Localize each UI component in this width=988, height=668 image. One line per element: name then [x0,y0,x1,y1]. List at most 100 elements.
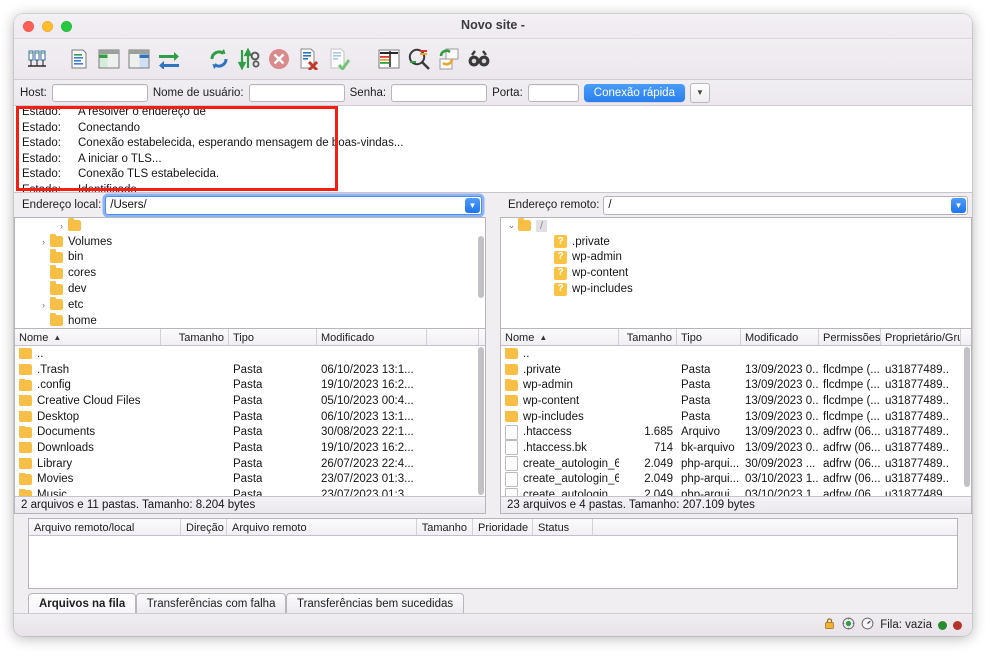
local-directory-tree[interactable]: ››Volumesbincoresdev›etchome [14,217,486,328]
table-row[interactable]: LibraryPasta26/07/2023 22:4... [15,456,485,472]
column-header-type[interactable]: Tipo [229,329,317,345]
tree-item[interactable]: ›Volumes [15,234,485,250]
column-header-owner[interactable]: Proprietário/Gru [881,329,961,345]
table-row[interactable]: MusicPasta23/07/2023 01:3... [15,487,485,496]
tree-item[interactable]: ?wp-includes [501,281,971,297]
column-header-size[interactable]: Tamanho [619,329,677,345]
table-row[interactable]: .configPasta19/10/2023 16:2... [15,377,485,393]
speedometer-icon[interactable] [861,617,874,633]
tab-2[interactable]: Transferências bem sucedidas [286,593,464,613]
port-input[interactable] [528,84,579,102]
table-row[interactable]: wp-contentPasta13/09/2023 0...flcdmpe (.… [501,393,971,409]
column-header-perms[interactable]: Permissões [819,329,881,345]
tree-item-label: wp-includes [572,283,633,295]
tab-1[interactable]: Transferências com falha [136,593,287,613]
table-row[interactable]: .htaccess.bk714bk-arquivo13/09/2023 0...… [501,440,971,456]
tree-item[interactable]: ?.private [501,234,971,250]
cancel-icon[interactable] [264,44,294,74]
chevron-down-icon[interactable]: ▼ [951,198,966,213]
refresh-icon[interactable] [204,44,234,74]
queue-column-header-direction[interactable]: Direção [181,519,227,535]
remote-file-rows[interactable]: ...privatePasta13/09/2023 0...flcdmpe (.… [501,346,971,496]
table-row[interactable]: MoviesPasta23/07/2023 01:3... [15,472,485,488]
host-input[interactable] [52,84,148,102]
remote-directory-tree[interactable]: ⌄/?.private?wp-admin?wp-content?wp-inclu… [500,217,972,328]
tree-item[interactable]: ⌄/ [501,218,971,234]
directory-comparison-icon[interactable] [404,44,434,74]
column-header-size[interactable]: Tamanho [161,329,229,345]
local-path-combo[interactable]: /Users/ ▼ [105,196,482,215]
local-tree-scrollbar[interactable] [478,236,484,298]
tree-item[interactable]: ?wp-content [501,265,971,281]
column-header-name[interactable]: Nome▲ [15,329,161,345]
remote-file-list-header[interactable]: Nome▲TamanhoTipoModificadoPermissõesProp… [501,329,971,346]
table-row[interactable]: create_autologin_...2.049php-arqui...03/… [501,487,971,496]
process-queue-icon[interactable] [234,44,264,74]
toggle-transfer-queue-icon[interactable] [154,44,184,74]
toggle-remote-tree-icon[interactable] [124,44,154,74]
queue-header[interactable]: Arquivo remoto/localDireçãoArquivo remot… [29,519,957,536]
queue-column-header-localfile[interactable]: Arquivo remoto/local [29,519,181,535]
table-row[interactable]: wp-adminPasta13/09/2023 0...flcdmpe (...… [501,377,971,393]
chevron-down-icon[interactable]: ▼ [465,198,480,213]
tab-0[interactable]: Arquivos na fila [28,593,136,613]
tree-item[interactable]: dev [15,281,485,297]
table-row[interactable]: wp-includesPasta13/09/2023 0...flcdmpe (… [501,409,971,425]
tree-item[interactable]: bin [15,250,485,266]
synchronized-browsing-icon[interactable] [434,44,464,74]
tree-item[interactable]: cores [15,265,485,281]
column-header-type[interactable]: Tipo [677,329,741,345]
table-row[interactable]: .privatePasta13/09/2023 0...flcdmpe (...… [501,362,971,378]
table-row[interactable]: .htaccess1.685Arquivo13/09/2023 0...adfr… [501,424,971,440]
table-row[interactable]: .. [15,346,485,362]
toggle-message-log-icon[interactable] [64,44,94,74]
quickconnect-button[interactable]: Conexão rápida [584,84,685,102]
column-header-extra[interactable] [427,329,479,345]
username-input[interactable] [249,84,345,102]
transfer-queue[interactable]: Arquivo remoto/localDireçãoArquivo remot… [28,518,958,589]
remote-path-combo[interactable]: / ▼ [603,196,968,215]
reconnect-icon[interactable] [324,44,354,74]
table-row[interactable]: create_autologin_6.2.049php-arqui...30/0… [501,456,971,472]
gear-icon[interactable] [842,617,855,633]
queue-column-header-status[interactable]: Status [533,519,593,535]
queue-body[interactable] [29,536,957,588]
table-row[interactable]: DownloadsPasta19/10/2023 16:2... [15,440,485,456]
site-manager-icon[interactable] [22,44,52,74]
local-file-list[interactable]: Nome▲Tamanho Tipo Modificado ...TrashPasta… [14,328,486,514]
message-log-panel[interactable]: Estado:A resolver o endereço deEstado:Co… [14,106,972,193]
tree-item[interactable]: home [15,313,485,328]
table-row[interactable]: DocumentsPasta30/08/2023 22:1... [15,424,485,440]
column-header-modified[interactable]: Modificado [317,329,427,345]
filter-icon[interactable] [374,44,404,74]
table-row[interactable]: .. [501,346,971,362]
local-file-rows[interactable]: ...TrashPasta06/10/2023 13:1....configPa… [15,346,485,496]
table-row[interactable]: DesktopPasta06/10/2023 13:1... [15,409,485,425]
toggle-local-tree-icon[interactable] [94,44,124,74]
table-row[interactable]: create_autologin_6.2.049php-arqui...03/1… [501,472,971,488]
queue-column-header-priority[interactable]: Prioridade [473,519,533,535]
local-list-scrollbar[interactable] [478,347,484,495]
tree-expander-icon[interactable]: › [37,300,50,310]
local-file-list-header[interactable]: Nome▲Tamanho Tipo Modificado [15,329,485,346]
column-header-label: Tipo [233,332,254,344]
column-header-name[interactable]: Nome▲ [501,329,619,345]
tree-expander-icon[interactable]: › [37,237,50,247]
remote-file-list[interactable]: Nome▲TamanhoTipoModificadoPermissõesProp… [500,328,972,514]
remote-list-scrollbar[interactable] [964,347,970,487]
table-row[interactable]: .TrashPasta06/10/2023 13:1... [15,362,485,378]
tree-expander-icon[interactable]: › [55,221,68,231]
password-input[interactable] [391,84,487,102]
queue-column-header-size[interactable]: Tamanho [417,519,473,535]
tree-expander-icon[interactable]: ⌄ [505,220,518,231]
column-header-modified[interactable]: Modificado [741,329,819,345]
chevron-down-icon[interactable]: ▼ [690,83,710,103]
table-row[interactable]: Creative Cloud FilesPasta05/10/2023 00:4… [15,393,485,409]
queue-column-header-remotefile[interactable]: Arquivo remoto [227,519,417,535]
tree-item[interactable]: › [15,218,485,234]
tree-item[interactable]: ›etc [15,297,485,313]
disconnect-icon[interactable] [294,44,324,74]
pane-splitter[interactable] [486,193,500,514]
tree-item[interactable]: ?wp-admin [501,250,971,266]
find-files-icon[interactable] [464,44,494,74]
